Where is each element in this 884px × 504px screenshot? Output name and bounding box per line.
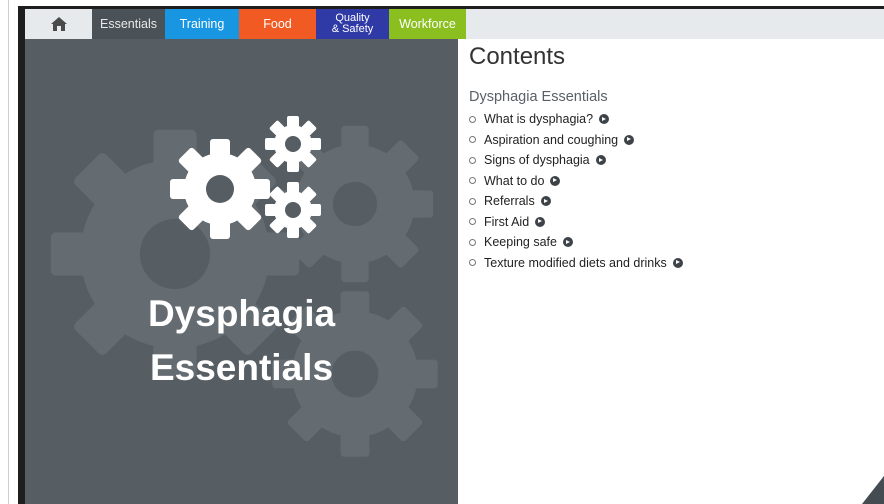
toc-item-keeping-safe[interactable]: Keeping safe: [469, 232, 683, 253]
toc-item-aspiration[interactable]: Aspiration and coughing: [469, 130, 683, 151]
contents-heading: Contents: [469, 43, 566, 70]
toc-item-label: Keeping safe: [484, 235, 557, 250]
toc-item-label: Signs of dysphagia: [484, 153, 590, 168]
tab-food[interactable]: Food: [239, 9, 316, 39]
toc-item-first-aid[interactable]: First Aid: [469, 212, 683, 233]
toc-item-label: Aspiration and coughing: [484, 132, 619, 147]
toc-item-label: What to do: [484, 173, 545, 188]
tab-quality-safety[interactable]: Quality & Safety: [316, 9, 389, 39]
bullet-icon: [469, 115, 476, 123]
hero-panel: Dysphagia Essentials: [25, 39, 458, 504]
toc-item-referrals[interactable]: Referrals: [469, 191, 683, 212]
arrow-right-circle-icon: [535, 216, 546, 227]
toc-item-what-to-do[interactable]: What to do: [469, 171, 683, 192]
toc-item-signs[interactable]: Signs of dysphagia: [469, 150, 683, 171]
toc-item-label: Texture modified diets and drinks: [484, 255, 667, 270]
arrow-right-circle-icon: [540, 196, 551, 207]
toc-item-label: First Aid: [484, 214, 530, 229]
tab-workforce[interactable]: Workforce: [389, 9, 466, 39]
top-navigation: Essentials Training Food Quality & Safet…: [25, 9, 884, 39]
contents-list: What is dysphagia? Aspiration and coughi…: [469, 109, 683, 273]
arrow-right-circle-icon: [550, 175, 561, 186]
bullet-icon: [469, 156, 476, 164]
hero-title: Dysphagia Essentials: [25, 287, 458, 395]
contents-panel: Contents Dysphagia Essentials What is dy…: [458, 39, 884, 504]
arrow-right-circle-icon: [672, 257, 683, 268]
toc-item-what-is-dysphagia[interactable]: What is dysphagia?: [469, 109, 683, 130]
toc-item-label: What is dysphagia?: [484, 112, 594, 127]
navbar-spacer: [466, 9, 884, 39]
arrow-right-circle-icon: [562, 237, 573, 248]
bullet-icon: [469, 177, 476, 185]
contents-section-title: Dysphagia Essentials: [469, 89, 608, 105]
hero-title-line1: Dysphagia: [147, 293, 336, 334]
toc-item-texture-modified[interactable]: Texture modified diets and drinks: [469, 253, 683, 274]
home-button[interactable]: [25, 9, 92, 39]
tab-quality-label: Quality & Safety: [332, 13, 374, 35]
window-edge: [8, 0, 9, 504]
bullet-icon: [469, 259, 476, 267]
gears-icon: [170, 116, 321, 239]
hero-title-line2: Essentials: [149, 347, 334, 388]
bullet-icon: [469, 238, 476, 246]
tab-training[interactable]: Training: [165, 9, 239, 39]
bullet-icon: [469, 218, 476, 226]
arrow-right-circle-icon: [624, 134, 635, 145]
home-icon: [50, 17, 67, 31]
toc-item-label: Referrals: [484, 194, 535, 209]
arrow-right-circle-icon: [595, 155, 606, 166]
corner-arrow-icon: [862, 476, 884, 504]
arrow-right-circle-icon: [599, 114, 610, 125]
bullet-icon: [469, 136, 476, 144]
tab-essentials[interactable]: Essentials: [92, 9, 165, 39]
tab-quality-line2: & Safety: [331, 23, 374, 35]
bullet-icon: [469, 197, 476, 205]
